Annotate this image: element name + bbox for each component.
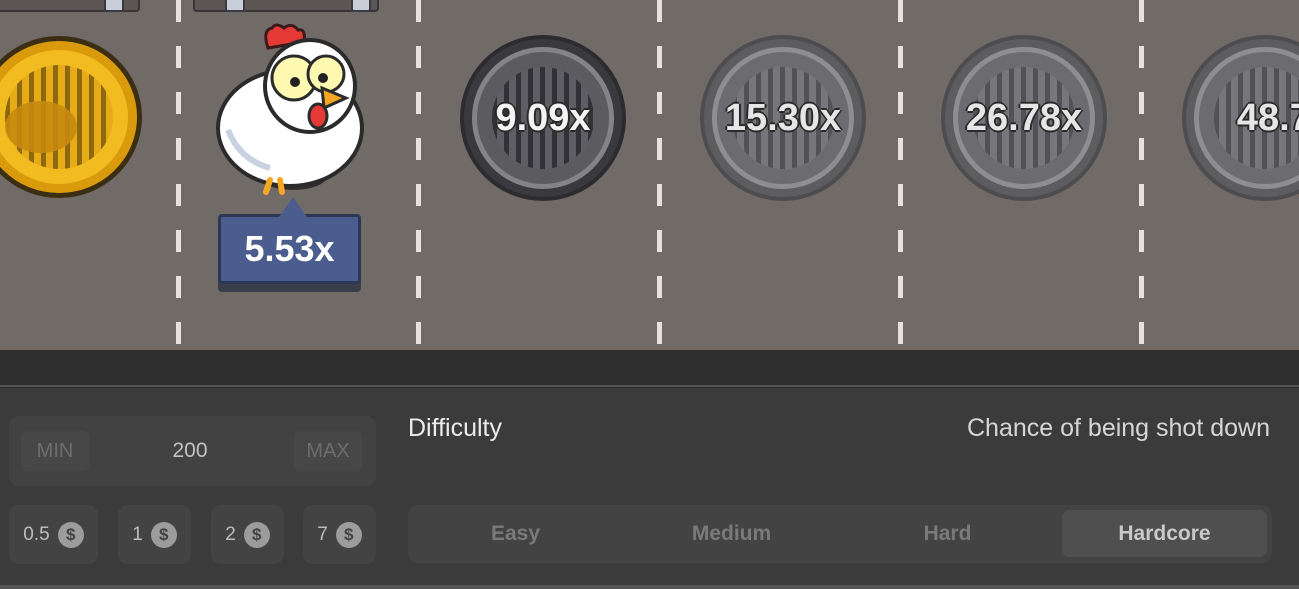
- max-bet-button[interactable]: MAX: [294, 431, 362, 471]
- multiplier-label: 48.70x: [1236, 96, 1299, 139]
- road-barrier: [193, 0, 379, 12]
- panel-divider: [0, 350, 1299, 387]
- multiplier-label: 15.30x: [724, 96, 842, 139]
- dollar-coin-icon: $: [57, 521, 84, 548]
- multiplier-label: 26.78x: [965, 96, 1083, 139]
- chip-value: 7: [317, 523, 328, 545]
- multiplier-label: 9.09x: [495, 96, 591, 139]
- current-multiplier-badge: 5.53x: [218, 197, 361, 284]
- difficulty-title: Difficulty: [408, 414, 503, 442]
- quick-bet-chip[interactable]: 1 $: [118, 505, 191, 564]
- bottom-border: [0, 585, 1299, 589]
- min-bet-button[interactable]: MIN: [21, 431, 89, 471]
- lane-line: [898, 0, 903, 350]
- chip-value: 1: [132, 523, 143, 545]
- dollar-coin-icon: $: [335, 521, 362, 548]
- dollar-coin-icon: $: [150, 521, 177, 548]
- manhole-icon: 48.70x: [1182, 35, 1299, 201]
- manhole-icon: 15.30x: [700, 35, 866, 201]
- lane-line: [416, 0, 421, 350]
- difficulty-option-medium[interactable]: Medium: [629, 510, 834, 557]
- manhole-icon[interactable]: 9.09x: [460, 35, 626, 201]
- difficulty-option-hard[interactable]: Hard: [845, 510, 1050, 557]
- current-multiplier-text: 5.53x: [244, 228, 335, 269]
- manhole-icon: 26.78x: [941, 35, 1107, 201]
- difficulty-hint: Chance of being shot down: [967, 414, 1270, 442]
- quick-bet-chip[interactable]: 2 $: [211, 505, 284, 564]
- lane-line: [657, 0, 662, 350]
- quick-bet-chip[interactable]: 7 $: [303, 505, 376, 564]
- roast-chicken-coin-icon: [0, 36, 142, 198]
- bet-amount-box: MIN 200 MAX: [9, 416, 376, 486]
- lane-line: [176, 0, 181, 350]
- chip-value: 2: [225, 523, 236, 545]
- chicken-character: [210, 20, 370, 195]
- road-barrier: [0, 0, 140, 12]
- dollar-coin-icon: $: [243, 521, 270, 548]
- quick-bet-chip[interactable]: 0.5 $: [9, 505, 98, 564]
- game-road: 5.53x 9.09x 15.30x 26.78x 48.70x: [0, 0, 1299, 350]
- bet-amount-input[interactable]: 200: [149, 431, 231, 471]
- difficulty-option-easy[interactable]: Easy: [413, 510, 618, 557]
- difficulty-selector: Easy Medium Hard Hardcore: [408, 505, 1272, 563]
- chip-value: 0.5: [23, 523, 50, 545]
- difficulty-option-hardcore[interactable]: Hardcore: [1062, 510, 1267, 557]
- lane-line: [1139, 0, 1144, 350]
